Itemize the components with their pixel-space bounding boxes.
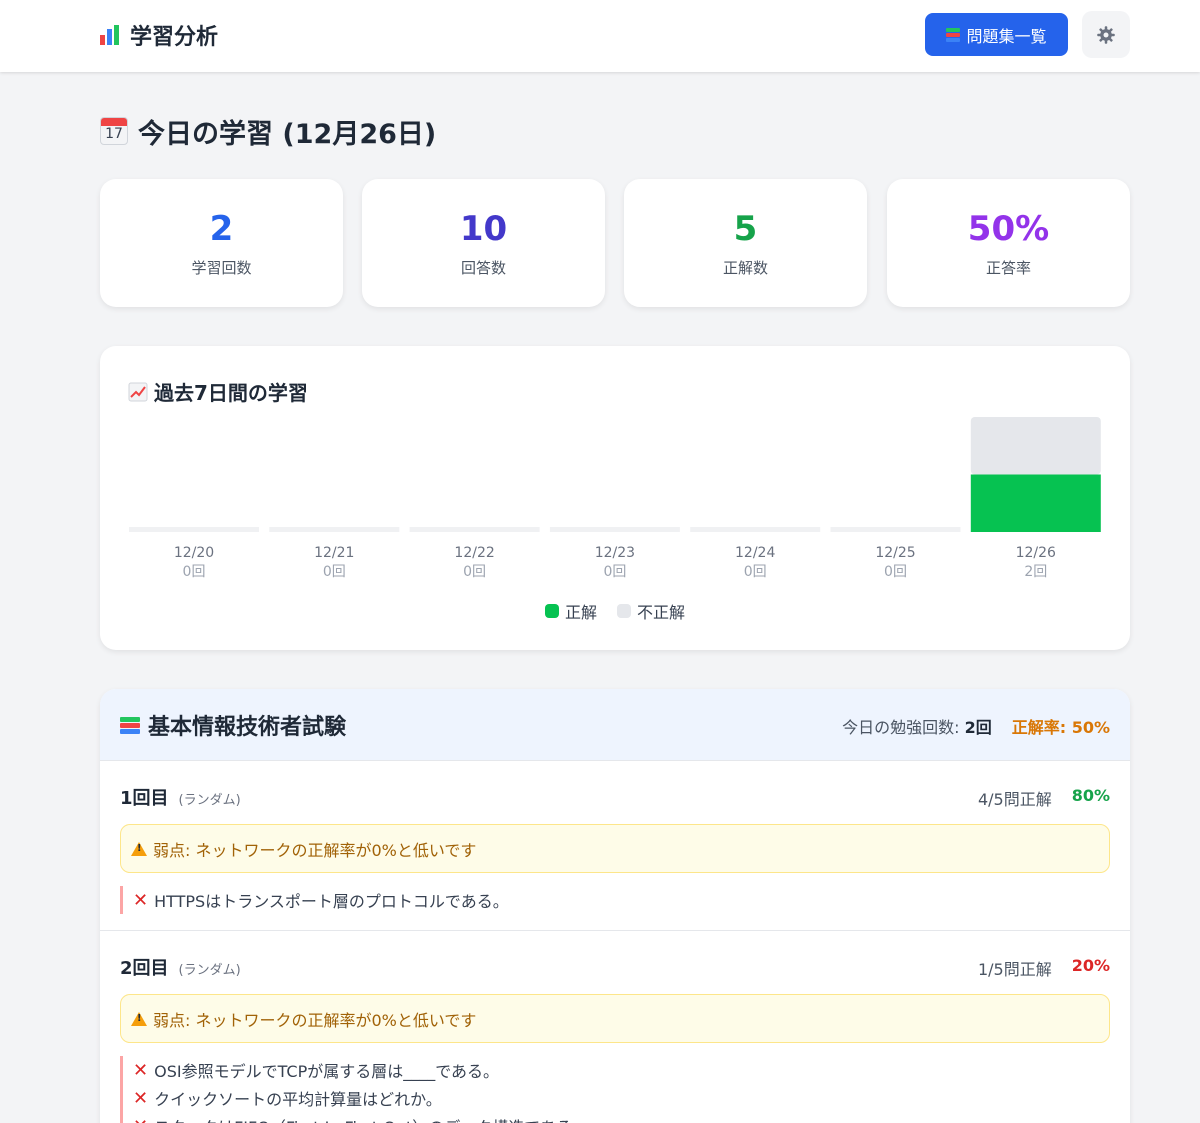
bar-chart-icon [100, 25, 122, 45]
trend-chart-icon [128, 382, 148, 401]
stat-label: 回答数 [460, 259, 506, 277]
weekly-chart-card: 12/20 0回 12/21 0回 12/22 0回 12/23 0回 12/24 0回 12/25… [100, 346, 1130, 650]
session-score: 1/5問正解 20% [978, 956, 1110, 980]
session-score: 4/5問正解 80% [978, 786, 1110, 810]
session-score-count: 1/5問正解 [977, 960, 1052, 979]
chart-count-label: 0回 [463, 564, 486, 580]
stat-card-correct-count: 5 正解数 [624, 179, 867, 307]
legend-label-incorrect: 不正解 [637, 603, 686, 622]
exam-title: 基本情報技術者試験 [148, 715, 347, 740]
legend-label-correct: 正解 [564, 603, 597, 622]
session-score-percent: 80% [1071, 786, 1110, 805]
chart-bar-empty [129, 527, 259, 532]
legend-item-correct: 正解 [544, 599, 597, 623]
wrong-answer-item[interactable]: ✕ OSI参照モデルでTCPが属する層は____である。 [120, 1056, 588, 1084]
chart-count-label: 0回 [744, 564, 767, 580]
chart-bar-empty [269, 527, 400, 532]
session-score-percent: 20% [1071, 956, 1110, 975]
cross-icon: ✕ [133, 1116, 148, 1123]
wrong-answer-text: スタックはFIFO（First In First Out）のデータ構造である。 [154, 1114, 588, 1123]
chart-bar-empty [549, 527, 680, 532]
session-title: 1回目 [120, 788, 169, 809]
chart-count-label: 0回 [884, 564, 907, 580]
app-brand: 学習分析 [100, 20, 218, 50]
problem-list-button[interactable]: 問題集一覧 [925, 13, 1068, 56]
problem-list-button-label: 問題集一覧 [966, 26, 1047, 46]
warning-icon [131, 1011, 147, 1026]
session-mode: (ランダム) [178, 963, 241, 978]
chart-bar-segment [970, 417, 1101, 475]
chart-count-label: 2回 [1024, 564, 1047, 580]
cross-icon: ✕ [133, 889, 149, 911]
exam-heading: 基本情報技術者試験 [120, 709, 346, 741]
chart-x-tick-label: 12/25 [875, 545, 915, 561]
stat-card-answer-count: 10 回答数 [362, 179, 605, 307]
exam-accuracy: 正解率: 50% [1011, 718, 1110, 737]
chart-x-tick-label: 12/20 [174, 545, 214, 561]
stat-card-study-count: 2 学習回数 [100, 179, 343, 307]
chart-x-tick-label: 12/21 [314, 545, 354, 561]
calendar-icon: 17 [100, 117, 128, 145]
chart-count-label: 0回 [603, 564, 626, 580]
weakness-text: 弱点: ネットワークの正解率が0%と低いです [153, 840, 477, 860]
session-mode: (ランダム) [178, 793, 241, 808]
chart-heading: 過去7日間の学習 [128, 377, 308, 406]
wrong-answer-text: OSI参照モデルでTCPが属する層は____である。 [154, 1062, 500, 1081]
books-icon [120, 716, 140, 734]
wrong-answer-list: ✕ HTTPSはトランスポート層のプロトコルである。 [120, 886, 509, 914]
today-heading: 17 今日の学習 (12月26日) [100, 113, 437, 150]
legend-item-incorrect: 不正解 [617, 599, 685, 623]
settings-button[interactable] [1082, 11, 1130, 58]
chart-x-tick-label: 12/23 [595, 545, 635, 561]
today-title: 今日の学習 (12月26日) [138, 118, 437, 150]
legend-swatch-incorrect [617, 604, 631, 618]
stat-label: 正答率 [985, 259, 1031, 277]
stat-value: 10 [459, 209, 508, 249]
gear-icon [1097, 25, 1115, 44]
app-title: 学習分析 [130, 25, 219, 50]
session-heading: 1回目 (ランダム) [120, 784, 241, 810]
study-count: 今日の勉強回数: 2回 [842, 718, 992, 737]
chart-x-tick-label: 12/22 [454, 545, 494, 561]
cross-icon: ✕ [133, 1059, 149, 1081]
legend-swatch-correct [544, 604, 559, 618]
books-icon [946, 27, 961, 42]
chart-count-label: 0回 [323, 564, 346, 580]
wrong-answer-item[interactable]: ✕ HTTPSはトランスポート層のプロトコルである。 [120, 886, 509, 914]
wrong-answer-item[interactable]: ✕ スタックはFIFO（First In First Out）のデータ構造である… [120, 1112, 588, 1123]
stat-card-accuracy: 50% 正答率 [887, 179, 1130, 307]
warning-icon [131, 841, 147, 856]
stat-value: 50% [967, 209, 1050, 249]
wrong-answer-text: HTTPSはトランスポート層のプロトコルである。 [154, 892, 509, 911]
wrong-answer-text: クイックソートの平均計算量はどれか。 [154, 1090, 442, 1109]
session-title: 2回目 [120, 958, 169, 979]
exam-header: 基本情報技術者試験 今日の勉強回数: 2回 正解率: 50% [100, 689, 1130, 761]
exam-card: 基本情報技術者試験 今日の勉強回数: 2回 正解率: 50% 1回目 (ランダム… [100, 689, 1130, 1123]
weakness-alert: 弱点: ネットワークの正解率が0%と低いです [120, 824, 1110, 873]
stat-value: 2 [209, 209, 234, 249]
exam-summary: 今日の勉強回数: 2回 正解率: 50% [842, 714, 1110, 738]
weakness-text: 弱点: ネットワークの正解率が0%と低いです [153, 1010, 477, 1030]
chart-x-tick-label: 12/26 [1016, 545, 1056, 561]
chart-x-tick-label: 12/24 [735, 545, 775, 561]
cross-icon: ✕ [133, 1087, 149, 1109]
stat-label: 正解数 [722, 259, 768, 277]
chart-bar-segment [970, 474, 1101, 532]
session-heading: 2回目 (ランダム) [120, 954, 241, 980]
chart-title: 過去7日間の学習 [154, 381, 308, 405]
wrong-answer-list: ✕ OSI参照モデルでTCPが属する層は____である。 ✕ クイックソートの平… [120, 1056, 588, 1123]
top-bar: 学習分析 問題集一覧 [0, 0, 1200, 72]
stat-label: 学習回数 [191, 259, 252, 277]
session-item[interactable]: 2回目 (ランダム) 1/5問正解 20% 弱点: ネットワークの正解率が0%と… [100, 932, 1130, 1123]
chart-bar-empty [690, 527, 821, 532]
chart-bar-empty [830, 527, 961, 532]
wrong-answer-item[interactable]: ✕ クイックソートの平均計算量はどれか。 [120, 1084, 588, 1112]
weakness-alert: 弱点: ネットワークの正解率が0%と低いです [120, 994, 1110, 1043]
session-score-count: 4/5問正解 [977, 790, 1052, 809]
session-item[interactable]: 1回目 (ランダム) 4/5問正解 80% 弱点: ネットワークの正解率が0%と… [100, 762, 1130, 931]
chart-legend: 正解 不正解 [100, 599, 1130, 623]
chart-bar-empty [409, 527, 540, 532]
stat-value: 5 [733, 209, 758, 249]
chart-count-label: 0回 [183, 564, 206, 580]
